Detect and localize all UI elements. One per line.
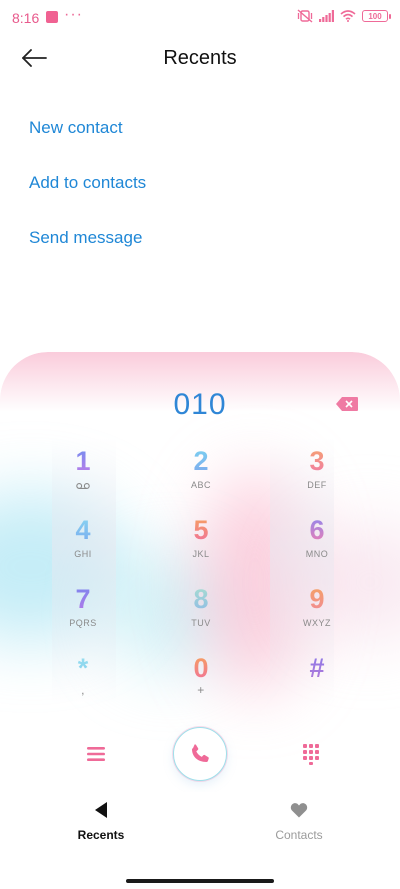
key-digit: * [38,653,128,683]
key-digit: 7 [38,584,128,614]
backspace-icon [336,397,358,411]
dial-key-star[interactable]: * , [38,653,128,715]
menu-button[interactable] [84,742,108,766]
voicemail-icon [76,483,90,489]
tab-recents-label: Recents [77,828,125,842]
bottom-nav: Recents Contacts [0,792,400,862]
dial-key-3[interactable]: 3 DEF [272,446,362,508]
dial-key-1[interactable]: 1 [38,446,128,508]
dialpad-toggle-button[interactable] [299,742,323,766]
dial-key-6[interactable]: 6 MNO [272,515,362,577]
dial-key-8[interactable]: 8 TUV [156,584,246,646]
status-time: 8:16 [12,10,40,26]
key-letters: JKL [192,549,210,559]
header: Recents [0,36,400,82]
key-digit: 4 [38,515,128,545]
dial-key-4[interactable]: 4 GHI [38,515,128,577]
key-digit: 1 [38,446,128,476]
dial-key-7[interactable]: 7 PQRS [38,584,128,646]
dial-key-hash[interactable]: # [272,653,362,715]
key-letters: TUV [191,618,211,628]
phone-icon [192,744,209,762]
dial-key-2[interactable]: 2 ABC [156,446,246,508]
menu-icon [87,747,105,761]
send-message-link[interactable]: Send message [29,228,142,248]
status-indicators: 100 [297,9,391,23]
status-bar: 8:16 ··· 100 [0,0,400,36]
key-letters: DEF [307,480,327,490]
tab-recents[interactable]: Recents [41,800,161,842]
key-digit: 2 [156,446,246,476]
key-letters: , [81,683,85,697]
key-digit: 9 [272,584,362,614]
key-letters: PQRS [69,618,97,628]
wifi-icon [340,10,356,22]
signal-icon [319,10,334,22]
page-title: Recents [163,47,237,69]
dialpad-icon [303,744,319,765]
key-digit: # [272,653,362,683]
more-notifications-icon: ··· [64,6,83,23]
dialpad: 010 1 2 ABC 3 DEF 4 GHI 5 JKL 6 MNO 7 PQ… [0,352,400,792]
battery-level: 100 [368,11,382,21]
key-digit: 6 [272,515,362,545]
home-indicator[interactable] [126,879,274,883]
heart-icon [290,803,308,818]
dial-key-5[interactable]: 5 JKL [156,515,246,577]
dial-key-9[interactable]: 9 WXYZ [272,584,362,646]
key-digit: 8 [156,584,246,614]
key-letters: MNO [305,549,329,559]
dial-key-0[interactable]: 0 + [156,653,246,715]
key-letters: GHI [74,549,92,559]
new-contact-link[interactable]: New contact [29,118,123,138]
key-letters: WXYZ [303,618,331,628]
tab-contacts-label: Contacts [275,828,323,842]
battery-icon: 100 [362,10,391,22]
triangle-icon [95,802,107,818]
key-digit: 5 [156,515,246,545]
tab-contacts[interactable]: Contacts [239,800,359,842]
call-button[interactable] [173,727,227,781]
key-letters: ABC [190,480,211,490]
notification-icon [46,11,58,23]
key-digit: 0 [156,653,246,683]
key-letters: + [197,683,205,697]
backspace-button[interactable] [336,397,358,411]
vibrate-off-icon [297,9,313,23]
key-digit: 3 [272,446,362,476]
add-to-contacts-link[interactable]: Add to contacts [29,173,146,193]
